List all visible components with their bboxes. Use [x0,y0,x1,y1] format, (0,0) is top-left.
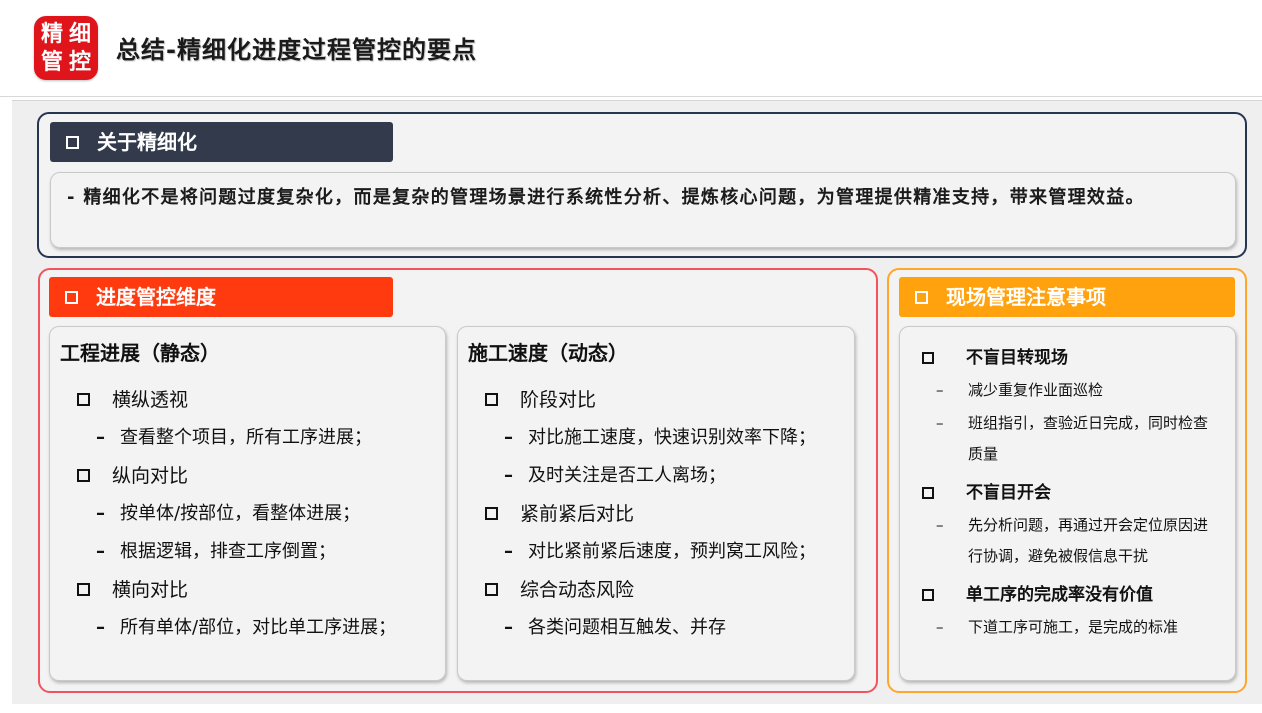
sub-item: – 减少重复作业面巡检 [900,375,1235,406]
list-item: 综合动态风险 [458,571,854,609]
sub-item-text: 查看整个项目，所有工序进展； [120,427,372,448]
sub-item: – 按单体/按部位，看整体进展； [50,495,445,533]
logo-char: 细 [68,21,91,47]
logo-char: 控 [68,49,91,75]
item-label: 纵向对比 [112,465,189,487]
sub-item-text: 按单体/按部位，看整体进展； [120,503,361,524]
list-item: 不盲目转现场 [900,341,1235,375]
sub-item-text: 先分析问题，再通过开会定位原因进行协调，避免被假信息干扰 [968,516,1209,565]
sub-item: – 各类问题相互触发、并存 [458,609,854,647]
list-item: 紧前紧后对比 [458,495,854,533]
checkbox-icon [922,589,934,601]
definition-tag: 关于精细化 [50,122,393,162]
sub-item: – 对比紧前紧后速度，预判窝工风险； [458,533,854,571]
sub-item-text: 根据逻辑，排查工序倒置； [120,541,336,562]
item-label: 综合动态风险 [520,579,635,601]
item-label: 横向对比 [112,579,189,601]
dash-icon: – [936,516,944,534]
column-title: 施工速度（动态） [468,341,628,365]
checkbox-icon [65,290,78,304]
checkbox-icon [77,583,90,596]
sub-item: – 查看整个项目，所有工序进展； [50,419,445,457]
column-list: 横纵透视 – 查看整个项目，所有工序进展； 纵向对比 – 按单体/按部位，看整体进展… [50,381,445,647]
item-label: 不盲目转现场 [966,348,1068,368]
sub-item: – 及时关注是否工人离场； [458,457,854,495]
dash-icon: – [936,414,944,432]
sub-item: – 对比施工速度，快速识别效率下降； [458,419,854,457]
checkbox-icon [915,290,928,304]
dash-icon: – [96,617,105,638]
logo-char: 管 [40,49,63,75]
checkbox-icon [485,393,498,406]
checkbox-icon [66,135,79,149]
list-item: 阶段对比 [458,381,854,419]
onsite-notes-panel: 不盲目转现场 – 减少重复作业面巡检 – 班组指引，查验近日完成，同时检查质量 不盲… [899,326,1236,681]
sub-item: – 所有单体/部位，对比单工序进展； [50,609,445,647]
sub-item-text: 所有单体/部位，对比单工序进展； [120,617,397,638]
note-group: 不盲目开会 – 先分析问题，再通过开会定位原因进行协调，避免被假信息干扰 [900,476,1235,572]
item-label: 横纵透视 [112,389,189,411]
checkbox-icon [485,507,498,520]
static-progress-panel: 工程进展（静态） 横纵透视 – 查看整个项目，所有工序进展； 纵向对比 – 按单体/… [49,326,446,681]
dash-icon: – [504,427,513,448]
definition-tag-label: 关于精细化 [97,130,197,154]
dimensions-tag: 进度管控维度 [49,277,393,317]
item-label: 紧前紧后对比 [520,503,635,525]
dash-icon: – [96,503,105,524]
list-item: 纵向对比 [50,457,445,495]
note-group: 单工序的完成率没有价值 – 下道工序可施工，是完成的标准 [900,578,1235,643]
definition-panel: - 精细化不是将问题过度复杂化，而是复杂的管理场景进行系统性分析、提炼核心问题，… [50,172,1236,248]
column-title: 工程进展（静态） [60,341,220,365]
dash-icon: – [96,427,105,448]
dynamic-speed-panel: 施工速度（动态） 阶段对比 – 对比施工速度，快速识别效率下降； – 及时关注是否工… [457,326,855,681]
checkbox-icon [922,352,934,364]
checkbox-icon [922,487,934,499]
dash-icon: – [936,618,944,636]
list-item: 单工序的完成率没有价值 [900,578,1235,612]
sub-item-text: 各类问题相互触发、并存 [528,617,726,638]
dash-icon: – [96,541,105,562]
slide-header: 精 细 管 控 总结-精细化进度过程管控的要点 [0,0,1262,97]
dash-icon: – [504,617,513,638]
definition-text: - 精细化不是将问题过度复杂化，而是复杂的管理场景进行系统性分析、提炼核心问题，… [67,187,1145,208]
column-list: 阶段对比 – 对比施工速度，快速识别效率下降； – 及时关注是否工人离场； 紧前紧后… [458,381,854,647]
sub-item: – 下道工序可施工，是完成的标准 [900,612,1235,643]
logo-seal: 精 细 管 控 [34,16,98,80]
sub-item: – 根据逻辑，排查工序倒置； [50,533,445,571]
dash-icon: – [504,465,513,486]
sub-item-text: 对比紧前紧后速度，预判窝工风险； [528,541,816,562]
list-item: 不盲目开会 [900,476,1235,510]
sub-item-text: 班组指引，查验近日完成，同时检查质量 [968,414,1209,463]
onsite-notes-tag-label: 现场管理注意事项 [946,285,1106,309]
note-group: 不盲目转现场 – 减少重复作业面巡检 – 班组指引，查验近日完成，同时检查质量 [900,341,1235,470]
sub-item-text: 及时关注是否工人离场； [528,465,726,486]
checkbox-icon [77,393,90,406]
list-item: 横向对比 [50,571,445,609]
item-label: 不盲目开会 [966,483,1051,503]
list-item: 横纵透视 [50,381,445,419]
item-label: 单工序的完成率没有价值 [966,585,1153,605]
sub-item-text: 减少重复作业面巡检 [968,381,1104,399]
sub-item: – 班组指引，查验近日完成，同时检查质量 [900,408,1235,470]
item-label: 阶段对比 [520,389,597,411]
sub-item-text: 下道工序可施工，是完成的标准 [968,618,1179,636]
checkbox-icon [485,583,498,596]
page-title: 总结-精细化进度过程管控的要点 [116,36,477,64]
dimensions-tag-label: 进度管控维度 [96,285,216,309]
sub-item: – 先分析问题，再通过开会定位原因进行协调，避免被假信息干扰 [900,510,1235,572]
checkbox-icon [77,469,90,482]
onsite-notes-tag: 现场管理注意事项 [899,277,1235,317]
dash-icon: – [936,381,944,399]
sub-item-text: 对比施工速度，快速识别效率下降； [528,427,816,448]
logo-char: 精 [40,21,63,47]
dash-icon: – [504,541,513,562]
